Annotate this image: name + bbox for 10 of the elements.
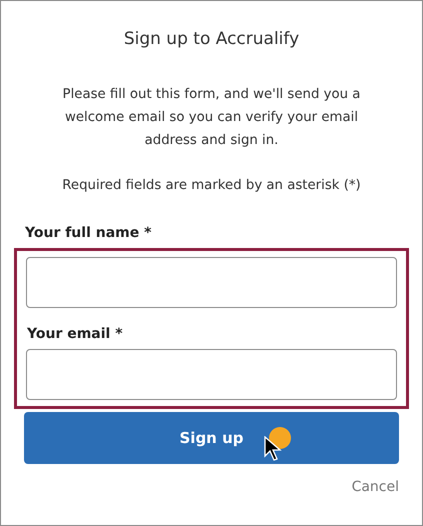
dialog-title: Sign up to Accrualify [122,29,300,49]
input-field[interactable] [26,349,397,400]
sign-up-button[interactable]: Sign up [24,412,399,464]
intro-text: Please fill out this form, and we'll send you a welcome email so you can verify your email address and sign in. [62,86,362,150]
cancel-link[interactable]: Cancel [352,479,399,495]
cursor-icon [264,436,282,462]
input-field[interactable] [26,257,397,308]
required-note: Required fields are marked by an asterisk (*) [61,178,362,193]
field-label: Your full name * [25,225,152,241]
field-label: Your email * [27,326,124,342]
